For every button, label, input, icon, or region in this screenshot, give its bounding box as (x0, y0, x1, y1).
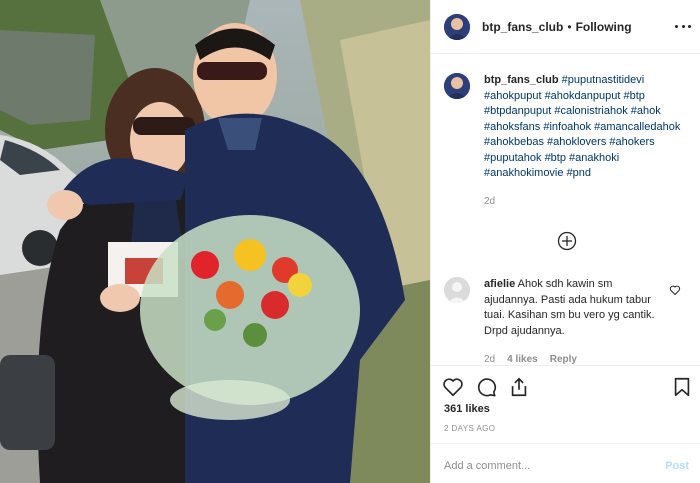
caption-avatar[interactable] (444, 73, 470, 99)
hashtag-link[interactable]: #pnd (567, 167, 591, 179)
hashtag-link[interactable]: #ahoklovers (547, 136, 606, 148)
post-side-panel: btp_fans_club • Following btp_fans_club … (430, 0, 700, 483)
hashtag-link[interactable]: #puputahok (484, 152, 542, 164)
post-date[interactable]: 2 DAYS AGO (444, 424, 495, 433)
commenter-username[interactable]: afielie (484, 278, 515, 290)
comment-item: afielie Ahok sdh kawin sm ajudannya. Pas… (444, 277, 694, 368)
share-icon[interactable] (508, 376, 530, 398)
caption: btp_fans_club #puputnastitidevi #ahokpup… (444, 73, 689, 209)
hashtag-link[interactable]: #puputnastitidevi (562, 74, 645, 86)
post-photo-illustration (0, 0, 430, 483)
more-options-icon[interactable] (675, 19, 691, 33)
post-comment-button[interactable]: Post (665, 460, 689, 472)
hashtag-link[interactable]: #ahokbebas (484, 136, 544, 148)
hashtag-link[interactable]: #anakhokimovie (484, 167, 564, 179)
avatar[interactable] (444, 13, 470, 40)
hashtag-link[interactable]: #ahokpuput (484, 90, 542, 102)
post-header: btp_fans_club • Following (431, 0, 700, 54)
hashtag-link[interactable]: #infoahok (543, 121, 591, 133)
comment-like-heart-icon[interactable] (669, 284, 681, 296)
load-more-comments-icon[interactable] (557, 231, 577, 251)
hashtag-link[interactable]: #btp (623, 90, 644, 102)
action-bar (431, 365, 700, 407)
caption-timestamp[interactable]: 2d (484, 194, 689, 210)
hashtag-link[interactable]: #btpdanpuput (484, 105, 551, 117)
hashtag-link[interactable]: #anakhoki (569, 152, 619, 164)
hashtag-link[interactable]: #ahoksfans (484, 121, 540, 133)
like-heart-icon[interactable] (442, 376, 464, 398)
likes-count[interactable]: 361 likes (444, 403, 490, 415)
hashtag-link[interactable]: #ahok (631, 105, 661, 117)
comment-bubble-icon[interactable] (475, 376, 497, 398)
add-comment-input[interactable]: Add a comment... (444, 460, 530, 472)
add-comment-bar: Add a comment... Post (431, 443, 700, 483)
header-username[interactable]: btp_fans_club (482, 20, 563, 34)
caption-text: btp_fans_club #puputnastitidevi #ahokpup… (484, 73, 689, 209)
separator-dot: • (567, 19, 572, 34)
hashtag-list: #puputnastitidevi #ahokpuput #ahokdanpup… (484, 74, 680, 179)
hashtag-link[interactable]: #btp (545, 152, 566, 164)
following-button[interactable]: Following (576, 20, 632, 34)
bookmark-icon[interactable] (671, 376, 693, 398)
caption-username[interactable]: btp_fans_club (484, 74, 559, 86)
comment-body: afielie Ahok sdh kawin sm ajudannya. Pas… (484, 277, 664, 368)
hashtag-link[interactable]: #ahokdanpuput (545, 90, 621, 102)
post-photo[interactable] (0, 0, 430, 483)
hashtag-link[interactable]: #amancalledahok (594, 121, 680, 133)
hashtag-link[interactable]: #ahokers (609, 136, 654, 148)
commenter-avatar[interactable] (444, 277, 470, 303)
hashtag-link[interactable]: #calonistriahok (554, 105, 627, 117)
